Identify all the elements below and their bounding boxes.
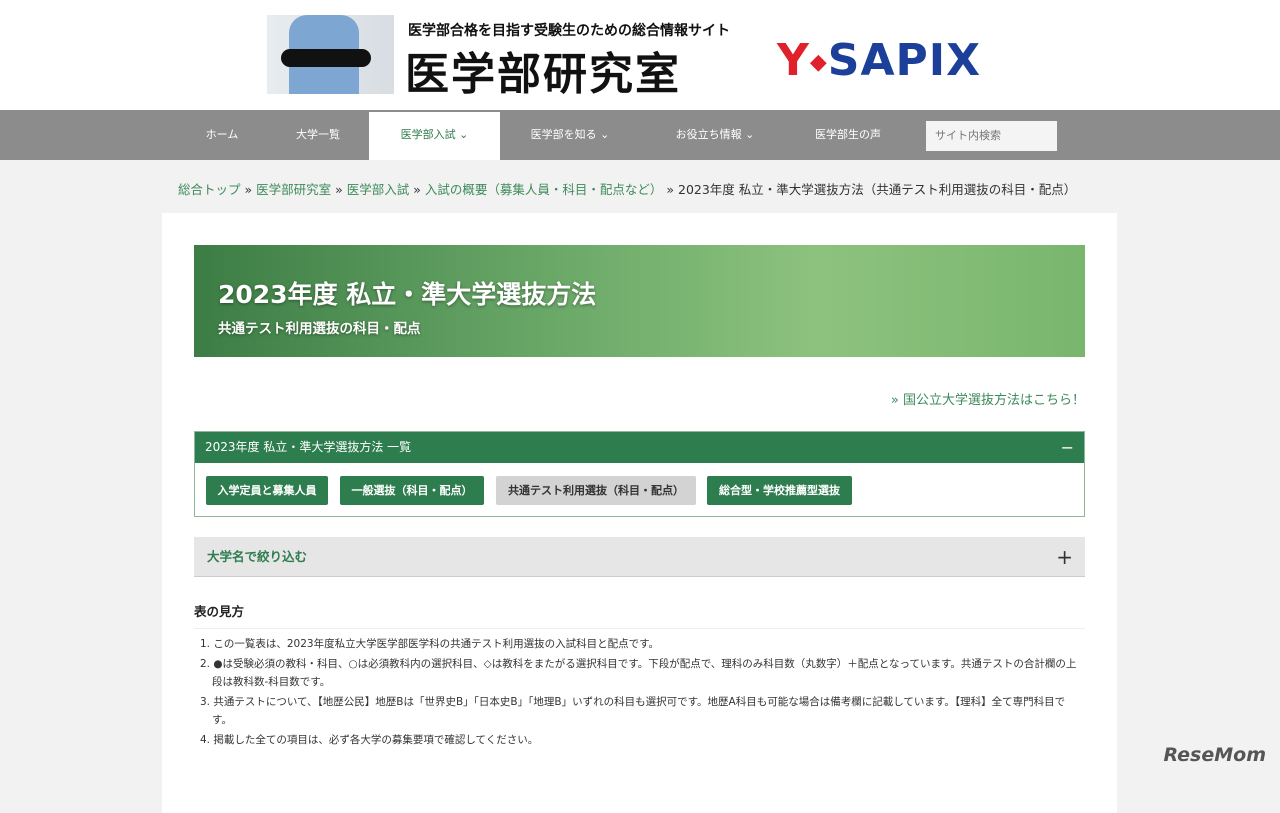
page-subtitle: 共通テスト利用選抜の科目・配点 xyxy=(218,321,421,337)
nav-student-voice[interactable]: 医学部生の声 xyxy=(800,110,896,160)
howto-heading: 表の見方 xyxy=(194,601,1085,629)
breadcrumb-lab[interactable]: 医学部研究室 xyxy=(256,182,331,197)
common-test-button[interactable]: 共通テスト利用選抜（科目・配点） xyxy=(496,476,696,505)
main-nav: ホーム 大学一覧 医学部入試 ⌄ 医学部を知る ⌄ お役立ち情報 ⌄ 医学部生の… xyxy=(0,110,1280,160)
general-selection-button[interactable]: 一般選抜（科目・配点） xyxy=(340,476,484,505)
nav-home[interactable]: ホーム xyxy=(186,110,258,160)
content-panel: 2023年度 私立・準大学選抜方法 共通テスト利用選抜の科目・配点 » 国公立大… xyxy=(162,213,1117,813)
selection-method-accordion: 2023年度 私立・準大学選抜方法 一覧 − 入学定員と募集人員 一般選抜（科目・… xyxy=(194,431,1085,517)
site-tagline: 医学部合格を目指す受験生のための総合情報サイト xyxy=(408,23,730,39)
page-title: 2023年度 私立・準大学選抜方法 xyxy=(218,280,597,309)
breadcrumb-current: 2023年度 私立・準大学選抜方法（共通テスト利用選抜の科目・配点） xyxy=(678,182,1077,197)
university-filter-toggle[interactable]: 大学名で絞り込む + xyxy=(194,537,1085,577)
nav-useful-info[interactable]: お役立ち情報 ⌄ xyxy=(655,110,775,160)
accordion-header[interactable]: 2023年度 私立・準大学選抜方法 一覧 − xyxy=(195,432,1084,463)
header-photo xyxy=(267,15,394,94)
breadcrumb-top[interactable]: 総合トップ xyxy=(178,182,241,197)
nav-about[interactable]: 医学部を知る ⌄ xyxy=(510,110,630,160)
national-university-link[interactable]: » 国公立大学選抜方法はこちら！ xyxy=(891,389,1085,408)
resemom-watermark: ReseMom xyxy=(1163,744,1266,766)
site-header: 医学部合格を目指す受験生のための総合情報サイト 医学部研究室 Y◆SAPIX xyxy=(0,0,1280,110)
nav-admissions[interactable]: 医学部入試 ⌄ xyxy=(369,112,500,160)
site-search-input[interactable] xyxy=(926,121,1057,151)
list-item: 1. この一覧表は、2023年度私立大学医学部医学科の共通テスト利用選抜の入試科… xyxy=(200,638,660,650)
list-item: 4. 掲載した全ての項目は、必ず各大学の募集要項で確認してください。 xyxy=(200,733,539,746)
ysapix-logo[interactable]: Y◆SAPIX xyxy=(777,36,981,88)
howto-list: 1. この一覧表は、2023年度私立大学医学部医学科の共通テスト利用選抜の入試科… xyxy=(200,635,1085,750)
comprehensive-selection-button[interactable]: 総合型・学校推薦型選抜 xyxy=(707,476,852,505)
breadcrumb-overview[interactable]: 入試の概要（募集人員・科目・配点など） xyxy=(425,182,663,197)
breadcrumb-admissions[interactable]: 医学部入試 xyxy=(347,182,410,197)
list-item: 2. ●は受験必須の教科・科目、○は必須教科内の選択科目、◇は教科をまたがる選択… xyxy=(200,657,1077,689)
capacity-button[interactable]: 入学定員と募集人員 xyxy=(206,476,328,505)
expand-icon[interactable]: + xyxy=(1056,537,1073,577)
breadcrumb: 総合トップ » 医学部研究室 » 医学部入試 » 入試の概要（募集人員・科目・配… xyxy=(178,182,1077,197)
page-banner: 2023年度 私立・準大学選抜方法 共通テスト利用選抜の科目・配点 xyxy=(194,245,1085,357)
list-item: 3. 共通テストについて、【地歴公民】地歴Bは「世界史B」「日本史B」「地理B」… xyxy=(200,695,1066,727)
nav-university-list[interactable]: 大学一覧 xyxy=(278,110,358,160)
site-logo[interactable]: 医学部研究室 xyxy=(405,38,681,102)
collapse-icon[interactable]: − xyxy=(1061,432,1074,463)
